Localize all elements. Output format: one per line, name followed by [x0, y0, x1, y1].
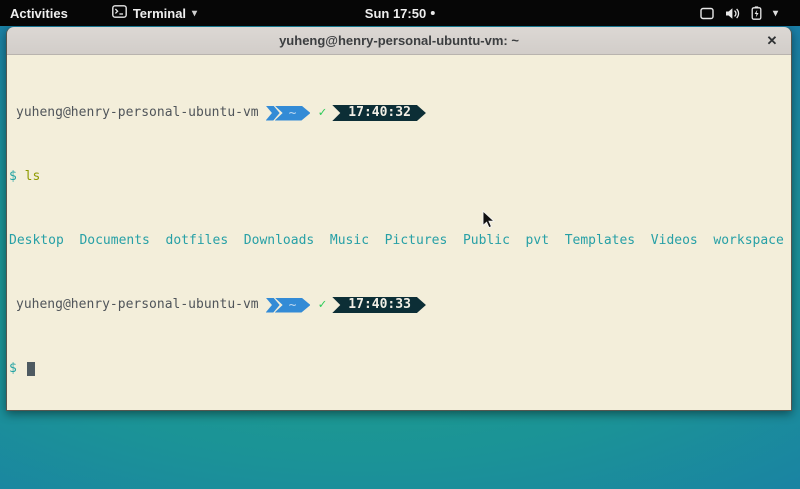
battery-charging-icon	[751, 6, 762, 20]
window-titlebar[interactable]: yuheng@henry-personal-ubuntu-vm: ~ ✕	[7, 27, 791, 55]
window-title: yuheng@henry-personal-ubuntu-vm: ~	[279, 33, 519, 48]
input-line: $	[9, 361, 789, 377]
prompt-user-host: yuheng@henry-personal-ubuntu-vm	[16, 105, 259, 121]
command-line: $ ls	[9, 169, 789, 185]
chevron-down-icon: ▾	[192, 8, 197, 19]
prompt-cwd-segment: ~	[275, 298, 311, 313]
app-menu-label: Terminal	[133, 6, 186, 21]
prompt-line-1: yuheng@henry-personal-ubuntu-vm ~ ✓ 17:4…	[9, 105, 789, 121]
top-bar: Activities Terminal ▾ Sun 17:50	[0, 0, 800, 26]
prompt-time-segment: 17:40:32	[332, 105, 426, 121]
terminal-icon	[112, 5, 127, 21]
close-button[interactable]: ✕	[763, 32, 781, 50]
tray-chevron-down-icon: ▾	[773, 8, 778, 19]
status-check-icon: ✓	[318, 297, 326, 313]
status-check-icon: ✓	[318, 105, 326, 121]
text-cursor-block	[27, 362, 35, 376]
prompt-symbol: $	[9, 169, 17, 185]
prompt-line-2: yuheng@henry-personal-ubuntu-vm ~ ✓ 17:4…	[9, 297, 789, 313]
clock-button[interactable]: Sun 17:50	[365, 0, 435, 26]
terminal-window: yuheng@henry-personal-ubuntu-vm: ~ ✕ yuh…	[6, 27, 792, 411]
notification-dot-icon	[431, 11, 435, 15]
prompt-time-segment: 17:40:33	[332, 297, 426, 313]
activities-button[interactable]: Activities	[0, 0, 78, 26]
clock-label: Sun 17:50	[365, 6, 426, 21]
volume-icon	[725, 7, 740, 20]
mouse-pointer-icon	[482, 210, 495, 234]
prompt-user-host: yuheng@henry-personal-ubuntu-vm	[16, 297, 259, 313]
screen-icon	[700, 7, 714, 20]
prompt-symbol: $	[9, 361, 17, 377]
system-menu-button[interactable]: ▾	[692, 0, 786, 26]
ls-output: Desktop Documents dotfiles Downloads Mus…	[9, 233, 789, 249]
prompt-cwd-segment: ~	[275, 106, 311, 121]
app-menu-terminal[interactable]: Terminal ▾	[106, 0, 203, 26]
typed-command: ls	[25, 169, 41, 185]
terminal-screen[interactable]: yuheng@henry-personal-ubuntu-vm ~ ✓ 17:4…	[7, 55, 791, 410]
